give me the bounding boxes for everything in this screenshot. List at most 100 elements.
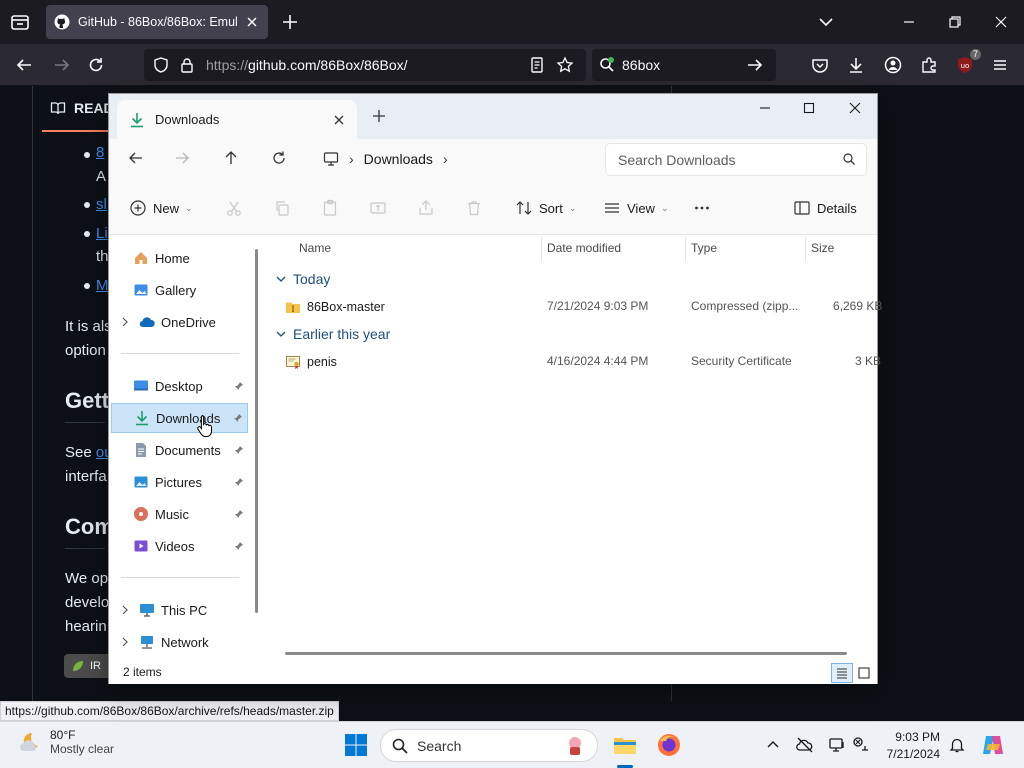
- file-explorer-taskbar-icon[interactable]: [612, 732, 638, 758]
- ublock-extension-button[interactable]: uo 7: [955, 49, 981, 75]
- nav-item-network[interactable]: Network: [111, 627, 248, 657]
- column-header-date[interactable]: Date modified: [547, 241, 621, 255]
- taskbar-search[interactable]: Search: [380, 729, 598, 762]
- column-divider[interactable]: [685, 237, 686, 261]
- list-link[interactable]: sl: [96, 196, 107, 213]
- group-header-earlier-this-year[interactable]: Earlier this year: [275, 326, 390, 342]
- close-tab-icon[interactable]: [333, 114, 345, 126]
- explorer-search-box[interactable]: Search Downloads: [605, 143, 867, 176]
- nav-item-home[interactable]: Home: [111, 243, 248, 273]
- column-divider[interactable]: [541, 237, 542, 261]
- reload-icon[interactable]: [86, 55, 106, 75]
- notification-bell-icon[interactable]: [948, 736, 966, 754]
- view-button[interactable]: View ⌄: [603, 197, 669, 219]
- new-button[interactable]: New ⌄: [129, 197, 193, 219]
- chevron-right-icon[interactable]: [119, 316, 131, 328]
- display-icon[interactable]: [828, 736, 846, 754]
- chevron-right-icon[interactable]: [119, 636, 131, 648]
- chevron-up-icon[interactable]: [764, 736, 782, 754]
- forward-icon[interactable]: [173, 149, 191, 167]
- url-text[interactable]: https://github.com/86Box/86Box/: [206, 57, 408, 73]
- file-row[interactable]: penis 4/16/2024 4:44 PM Security Certifi…: [265, 349, 881, 375]
- file-row[interactable]: 86Box-master 7/21/2024 9:03 PM Compresse…: [265, 294, 882, 320]
- reader-view-icon[interactable]: [528, 56, 546, 74]
- chevron-right-icon[interactable]: [119, 604, 131, 616]
- share-button[interactable]: [417, 197, 435, 219]
- list-link[interactable]: 8: [96, 144, 104, 161]
- close-tab-icon[interactable]: [244, 14, 260, 30]
- copilot-icon[interactable]: [980, 732, 1006, 758]
- details-pane-button[interactable]: Details: [793, 197, 857, 219]
- nav-item-downloads[interactable]: Downloads: [111, 403, 248, 433]
- weather-widget[interactable]: 80°F Mostly clear: [16, 728, 114, 756]
- pocket-icon[interactable]: [810, 55, 830, 75]
- extensions-icon[interactable]: [919, 55, 939, 75]
- url-bar[interactable]: https://github.com/86Box/86Box/: [144, 49, 586, 81]
- network-disconnected-icon[interactable]: [852, 736, 870, 754]
- copy-button[interactable]: [273, 197, 291, 219]
- nav-item-desktop[interactable]: Desktop: [111, 371, 248, 401]
- refresh-icon[interactable]: [270, 149, 288, 167]
- back-icon[interactable]: [127, 149, 145, 167]
- monitor-icon[interactable]: [323, 151, 339, 167]
- nav-pane-scrollbar[interactable]: [255, 249, 258, 613]
- shield-icon[interactable]: [152, 56, 170, 74]
- nav-item-onedrive[interactable]: OneDrive: [111, 307, 248, 337]
- onedrive-offline-icon[interactable]: [796, 736, 814, 754]
- browser-tab-github[interactable]: GitHub - 86Box/86Box: Emulator: [46, 5, 268, 39]
- taskbar-clock[interactable]: 9:03 PM 7/21/2024: [882, 729, 940, 763]
- nav-item-this-pc[interactable]: This PC: [111, 595, 248, 625]
- column-header-type[interactable]: Type: [691, 241, 717, 255]
- tab-list-icon[interactable]: [8, 10, 32, 34]
- file-name-cell[interactable]: penis: [285, 354, 337, 370]
- horizontal-scrollbar[interactable]: [285, 652, 847, 655]
- windows-start-icon[interactable]: [343, 732, 369, 758]
- forward-icon[interactable]: [52, 55, 72, 75]
- list-link[interactable]: M: [96, 277, 109, 294]
- more-options-button[interactable]: [693, 197, 711, 219]
- new-tab-icon[interactable]: [280, 12, 300, 32]
- lock-icon[interactable]: [178, 56, 196, 74]
- pin-icon[interactable]: [234, 477, 244, 487]
- nav-item-gallery[interactable]: Gallery: [111, 275, 248, 305]
- delete-button[interactable]: [465, 197, 483, 219]
- pin-icon[interactable]: [234, 541, 244, 551]
- maximize-icon[interactable]: [801, 100, 817, 116]
- breadcrumb-chevron-icon[interactable]: ›: [443, 151, 448, 167]
- list-link[interactable]: Li: [96, 225, 108, 242]
- search-query[interactable]: 86box: [622, 57, 660, 73]
- column-divider[interactable]: [805, 237, 806, 261]
- paste-button[interactable]: [321, 197, 339, 219]
- file-name-cell[interactable]: 86Box-master: [285, 299, 385, 315]
- details-view-button[interactable]: [831, 663, 853, 683]
- minimize-icon[interactable]: [899, 12, 919, 32]
- restore-icon[interactable]: [945, 12, 965, 32]
- pin-icon[interactable]: [233, 413, 243, 423]
- account-icon[interactable]: [883, 55, 903, 75]
- nav-item-videos[interactable]: Videos: [111, 531, 248, 561]
- close-window-icon[interactable]: [847, 100, 863, 116]
- firefox-icon[interactable]: [656, 732, 682, 758]
- pin-icon[interactable]: [234, 509, 244, 519]
- web-search-bar[interactable]: 86box: [592, 49, 776, 81]
- new-tab-icon[interactable]: [371, 108, 387, 124]
- pin-icon[interactable]: [234, 445, 244, 455]
- column-header-size[interactable]: Size: [811, 241, 834, 255]
- sort-button[interactable]: Sort ⌄: [515, 197, 576, 219]
- tiles-view-button[interactable]: [853, 663, 875, 683]
- list-all-tabs-icon[interactable]: [816, 12, 836, 32]
- close-window-icon[interactable]: [991, 12, 1011, 32]
- hamburger-menu-icon[interactable]: [990, 55, 1010, 75]
- back-icon[interactable]: [14, 55, 34, 75]
- address-bar[interactable]: › Downloads ›: [313, 142, 593, 176]
- nav-item-music[interactable]: Music: [111, 499, 248, 529]
- explorer-tab-downloads[interactable]: Downloads: [117, 100, 357, 139]
- breadcrumb-downloads[interactable]: Downloads: [364, 151, 433, 167]
- bookmark-star-icon[interactable]: [556, 56, 574, 74]
- column-header-name[interactable]: Name: [299, 241, 331, 255]
- cut-button[interactable]: [225, 197, 243, 219]
- rename-button[interactable]: [369, 197, 387, 219]
- pin-icon[interactable]: [234, 381, 244, 391]
- go-arrow-icon[interactable]: [746, 56, 764, 74]
- nav-item-pictures[interactable]: Pictures: [111, 467, 248, 497]
